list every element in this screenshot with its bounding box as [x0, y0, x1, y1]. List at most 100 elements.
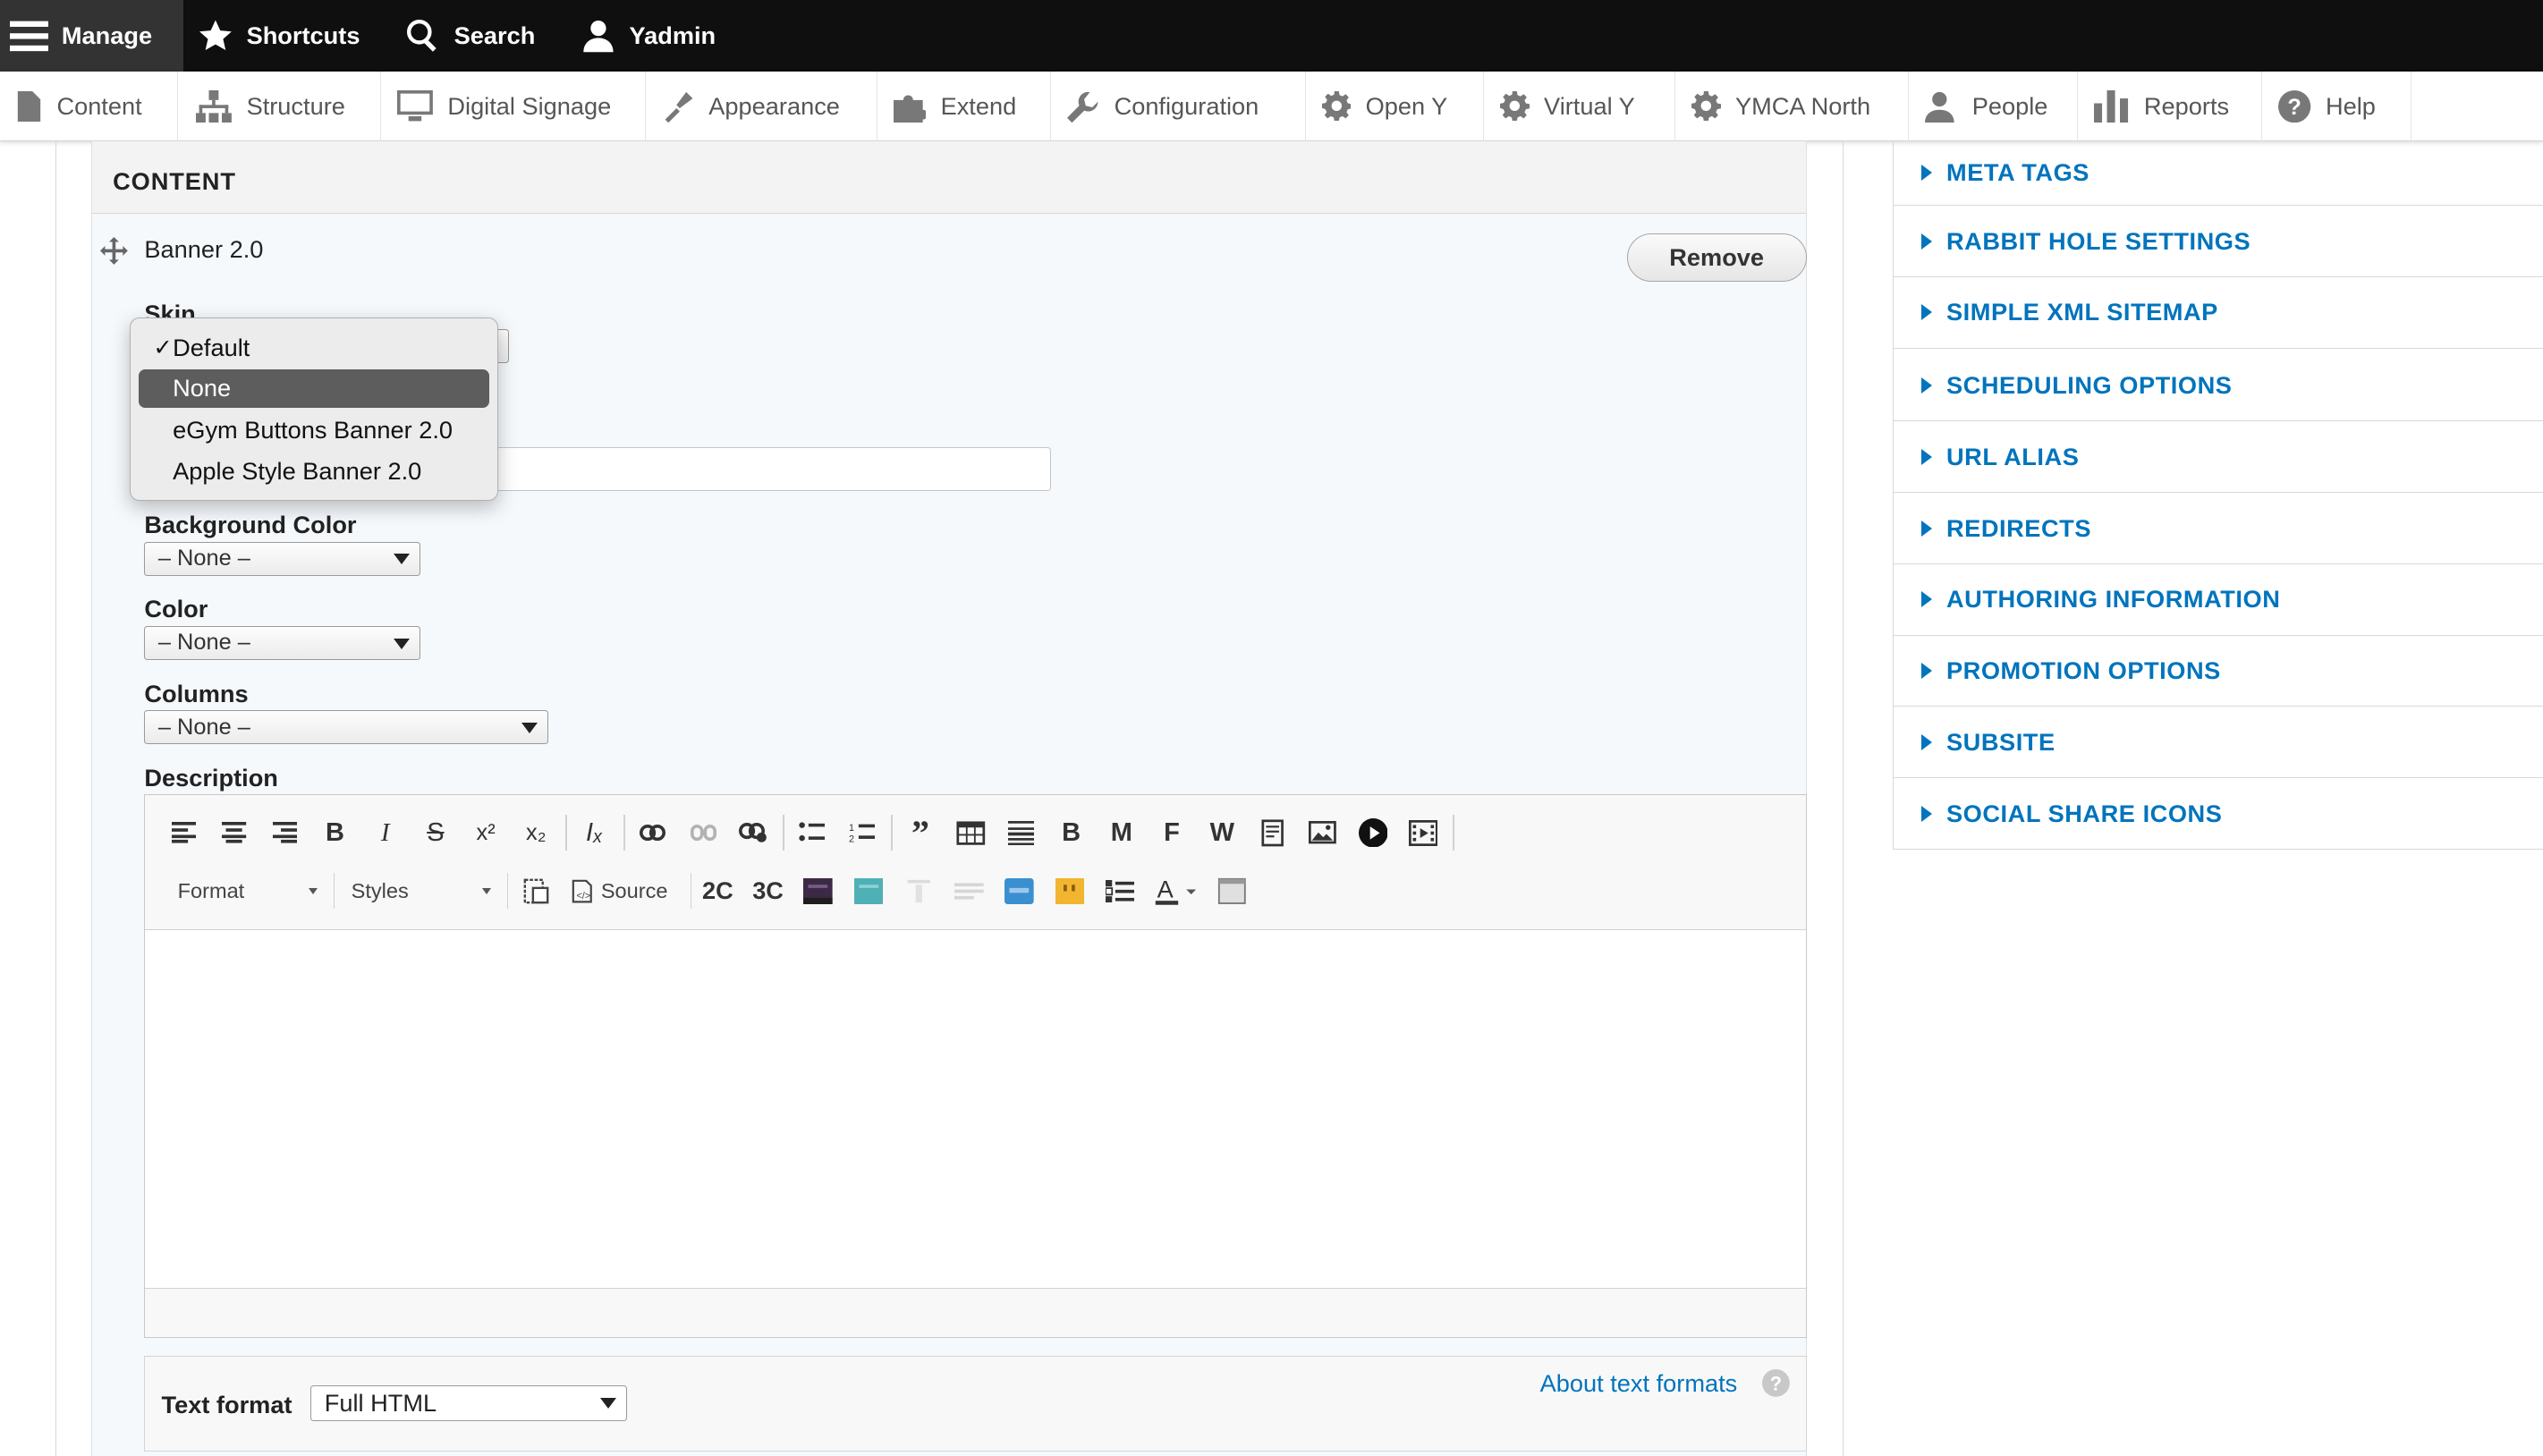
sidebar-item-simple-xml-sitemap[interactable]: SIMPLE XML SITEMAP [1893, 277, 2543, 349]
checklist-icon[interactable] [1098, 870, 1140, 912]
dark-block-icon[interactable] [797, 870, 839, 912]
format-combo[interactable]: Format [178, 872, 324, 911]
tray-item-ymca-north[interactable]: YMCA North [1675, 71, 1909, 141]
text-color-icon[interactable]: A [1150, 870, 1206, 912]
skin-option-egym-buttons[interactable]: eGym Buttons Banner 2.0 [139, 411, 489, 451]
show-blocks-icon[interactable] [515, 870, 557, 912]
italic-icon[interactable]: I [364, 812, 406, 854]
text-format-select[interactable]: Full HTML [310, 1385, 627, 1422]
search-tab[interactable]: Search [405, 0, 535, 72]
chevron-down-icon [599, 1398, 616, 1409]
tray-item-content[interactable]: Content [0, 71, 179, 141]
sidebar-item-label: SUBSITE [1946, 727, 2056, 756]
editor-footer [145, 1288, 1806, 1337]
superscript-icon[interactable]: x² [465, 812, 507, 854]
tray-item-structure[interactable]: Structure [180, 71, 382, 141]
skin-option-default[interactable]: ✓ Default [139, 328, 489, 368]
strikethrough-icon[interactable]: S [414, 812, 456, 854]
unlink-icon[interactable] [682, 812, 724, 854]
styles-combo[interactable]: Styles [352, 872, 497, 911]
link-settings-icon[interactable] [733, 812, 775, 854]
tray-item-label: Configuration [1114, 91, 1259, 120]
sidebar-item-promotion-options[interactable]: PROMOTION OPTIONS [1893, 636, 2543, 707]
tray-item-virtual-y[interactable]: Virtual Y [1484, 71, 1675, 141]
monitor-icon [397, 89, 434, 122]
sidebar-item-rabbit-hole-settings[interactable]: RABBIT HOLE SETTINGS [1893, 206, 2543, 278]
remove-button[interactable]: Remove [1626, 233, 1807, 283]
sidebar-item-subsite[interactable]: SUBSITE [1893, 707, 2543, 779]
triangle-right-icon [1920, 805, 1932, 822]
blockquote-icon[interactable]: ” [899, 812, 941, 854]
tray-item-digital-signage[interactable]: Digital Signage [381, 71, 646, 141]
table-icon[interactable] [950, 812, 992, 854]
align-center-icon[interactable] [214, 812, 256, 854]
sidebar-item-url-alias[interactable]: URL ALIAS [1893, 421, 2543, 494]
skin-option-none[interactable]: None [139, 368, 489, 409]
m-icon[interactable]: M [1100, 812, 1142, 854]
shortcuts-label: Shortcuts [246, 21, 360, 49]
sidebar-item-social-share-icons[interactable]: SOCIAL SHARE ICONS [1893, 778, 2543, 851]
drag-handle-icon[interactable] [100, 236, 129, 265]
source-button[interactable]: </> Source [572, 872, 685, 911]
tray-item-reports[interactable]: Reports [2078, 71, 2263, 141]
triangle-right-icon [1920, 377, 1932, 394]
image-icon[interactable] [1301, 812, 1344, 854]
tray-item-label: Reports [2143, 91, 2230, 120]
sidebar-item-authoring-information[interactable]: AUTHORING INFORMATION [1893, 564, 2543, 636]
svg-text:?: ? [2288, 95, 2302, 120]
tray-item-label: Help [2325, 91, 2376, 120]
help-icon[interactable]: ? [1762, 1369, 1790, 1398]
manage-tab[interactable]: Manage [0, 0, 183, 72]
yellow-block-icon[interactable] [1048, 870, 1090, 912]
brush-icon [665, 91, 693, 123]
light-block-icon[interactable] [898, 870, 940, 912]
columns-select[interactable]: – None – [144, 710, 548, 745]
document-icon[interactable] [1251, 812, 1293, 854]
shortcuts-tab[interactable]: Shortcuts [198, 0, 360, 72]
tray-item-people[interactable]: People [1909, 71, 2078, 141]
tray-item-label: Appearance [708, 91, 840, 120]
bold-icon[interactable]: B [314, 812, 356, 854]
blue-block-icon[interactable] [998, 870, 1040, 912]
bulleted-list-icon[interactable] [791, 812, 833, 854]
format-combo-label: Format [177, 878, 245, 902]
sitemap-icon [196, 89, 233, 123]
two-column-icon[interactable]: 2C [697, 870, 739, 912]
color-select[interactable]: – None – [144, 625, 420, 660]
three-column-icon[interactable]: 3C [747, 870, 789, 912]
tray-item-label: Virtual Y [1544, 91, 1635, 120]
tray-item-open-y[interactable]: Open Y [1306, 71, 1484, 141]
background-color-select[interactable]: – None – [144, 541, 420, 576]
tray-item-appearance[interactable]: Appearance [646, 71, 877, 141]
sidebar-item-label: URL ALIAS [1946, 442, 2080, 470]
sidebar-item-scheduling-options[interactable]: SCHEDULING OPTIONS [1893, 351, 2543, 422]
tray-item-help[interactable]: ? Help [2262, 71, 2412, 141]
tray-item-label: YMCA North [1734, 91, 1871, 120]
numbered-list-icon[interactable]: 12 [841, 812, 883, 854]
tray-item-configuration[interactable]: Configuration [1051, 71, 1306, 141]
styles-combo-label: Styles [351, 878, 409, 902]
f-icon[interactable]: F [1150, 812, 1192, 854]
text-block-icon[interactable] [948, 870, 990, 912]
remove-format-icon[interactable]: Iₓ [573, 812, 615, 854]
option-label: eGym Buttons Banner 2.0 [173, 416, 454, 444]
about-text-formats-link[interactable]: About text formats [1540, 1369, 1738, 1398]
horizontal-line-icon[interactable] [1000, 812, 1042, 854]
w-icon[interactable]: W [1201, 812, 1243, 854]
sidebar-item-redirects[interactable]: REDIRECTS [1893, 493, 2543, 564]
skin-option-apple-style[interactable]: Apple Style Banner 2.0 [139, 452, 489, 491]
tray-item-extend[interactable]: Extend [877, 71, 1051, 141]
bold-b-icon[interactable]: B [1050, 812, 1092, 854]
video-icon[interactable] [1352, 812, 1394, 854]
puzzle-icon [894, 95, 927, 123]
teal-block-icon[interactable] [847, 870, 889, 912]
align-right-icon[interactable] [264, 812, 306, 854]
sidebar-item-meta-tags[interactable]: META TAGS [1893, 141, 2543, 207]
template-icon[interactable] [1211, 870, 1253, 912]
link-icon[interactable] [632, 812, 674, 854]
align-left-icon[interactable] [163, 812, 205, 854]
media-embed-icon[interactable] [1403, 812, 1445, 854]
triangle-right-icon [1920, 233, 1932, 250]
user-tab[interactable]: Yadmin [581, 0, 716, 72]
subscript-icon[interactable]: x₂ [515, 812, 557, 854]
